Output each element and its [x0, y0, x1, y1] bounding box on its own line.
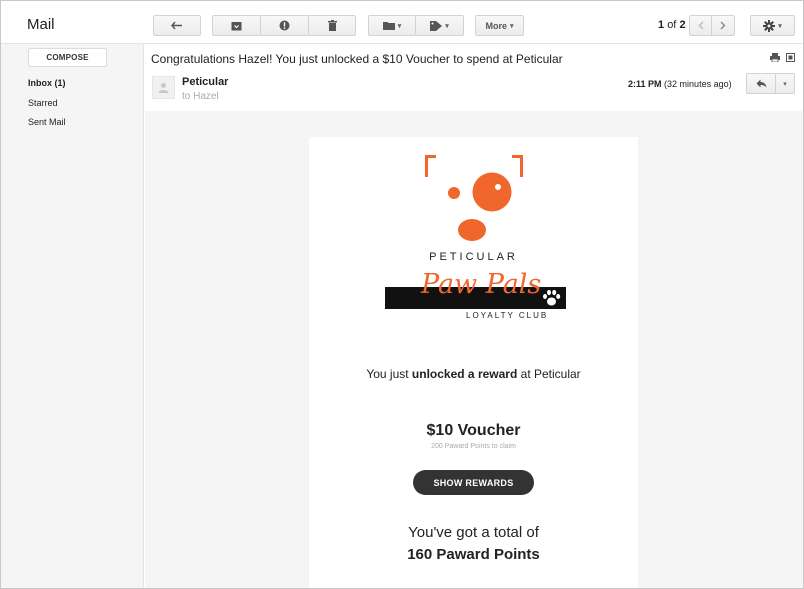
message-pane: Congratulations Hazel! You just unlocked… — [145, 44, 803, 588]
newer-button[interactable] — [689, 15, 712, 36]
labels-button[interactable]: ▾ — [415, 15, 464, 36]
sidebar: COMPOSE Inbox (1) Starred Sent Mail — [1, 44, 144, 588]
archive-button[interactable] — [212, 15, 261, 36]
chevron-down-icon: ▾ — [510, 22, 514, 30]
settings-button[interactable]: ▾ — [750, 15, 795, 36]
pager-total: 2 — [679, 19, 686, 31]
voucher-title: $10 Voucher — [426, 422, 521, 439]
folder-icon — [382, 22, 395, 30]
message-time: 2:11 PM (32 minutes ago) — [628, 79, 732, 89]
time-ago: (32 minutes ago) — [664, 79, 732, 89]
chevron-right-icon — [720, 21, 726, 30]
print-icon[interactable] — [770, 53, 780, 62]
chevron-left-icon — [698, 21, 703, 30]
delete-button[interactable] — [308, 15, 356, 36]
avatar — [152, 76, 175, 99]
back-button[interactable] — [153, 15, 201, 36]
points-total-label: You've got a total of — [408, 524, 539, 541]
points-total-value: 160 Paward Points — [407, 546, 540, 563]
gear-icon — [763, 19, 776, 32]
archive-icon — [231, 21, 242, 30]
mail-window: Mail ▾ ▾ More ▾ 1 of 2 ▾ COMPOSE Inbox (… — [0, 0, 804, 589]
app-title: Mail — [27, 16, 55, 33]
brand-name: PETICULAR — [429, 251, 518, 263]
chevron-down-icon: ▾ — [783, 80, 787, 88]
sidebar-item-sent-mail[interactable]: Sent Mail — [28, 117, 66, 127]
trash-icon — [327, 20, 337, 31]
chevron-down-icon: ▾ — [445, 22, 449, 30]
club-subtitle: LOYALTY CLUB — [466, 311, 549, 320]
compose-button[interactable]: COMPOSE — [28, 48, 107, 67]
pager-sep: of — [667, 19, 677, 31]
person-icon — [158, 83, 169, 93]
club-name: Paw Pals — [421, 269, 542, 300]
sidebar-item-inbox[interactable]: Inbox (1) — [28, 78, 66, 88]
back-arrow-icon — [171, 21, 182, 30]
reward-prefix: You just — [366, 367, 409, 381]
reward-message: You just unlocked a reward at Peticular — [309, 367, 638, 381]
more-button[interactable]: More ▾ — [475, 15, 524, 36]
message-header: Congratulations Hazel! You just unlocked… — [145, 44, 803, 111]
move-to-button[interactable]: ▾ — [368, 15, 416, 36]
show-rewards-button[interactable]: SHOW REWARDS — [413, 470, 534, 495]
pager-text: 1 of 2 — [658, 19, 686, 31]
chevron-down-icon: ▾ — [397, 22, 402, 30]
report-spam-button[interactable] — [260, 15, 309, 36]
message-subject: Congratulations Hazel! You just unlocked… — [151, 52, 563, 66]
reward-bold: unlocked a reward — [411, 367, 518, 381]
paw-print-icon — [543, 289, 561, 306]
peticular-logo — [425, 155, 523, 241]
reward-suffix: at Peticular — [520, 367, 581, 381]
more-label: More — [485, 20, 507, 31]
recipient: to Hazel — [182, 91, 219, 102]
voucher-subtitle: 200 Paward Points to claim — [431, 443, 516, 450]
reply-icon — [756, 79, 766, 88]
email-card: PETICULAR Paw Pals LOYALTY CLUB You just… — [309, 137, 638, 588]
chevron-down-icon: ▾ — [778, 22, 782, 30]
spam-icon — [279, 20, 290, 31]
sender-name: Peticular — [182, 76, 229, 88]
sidebar-item-starred[interactable]: Starred — [28, 98, 58, 108]
reply-button[interactable] — [746, 73, 776, 94]
pager-current: 1 — [658, 19, 665, 31]
new-window-icon[interactable] — [786, 53, 795, 62]
toolbar: Mail ▾ ▾ More ▾ 1 of 2 ▾ — [1, 1, 803, 44]
time-value: 2:11 PM — [628, 79, 662, 89]
older-button[interactable] — [711, 15, 735, 36]
more-actions-button[interactable]: ▾ — [775, 73, 795, 94]
label-icon — [430, 20, 443, 31]
